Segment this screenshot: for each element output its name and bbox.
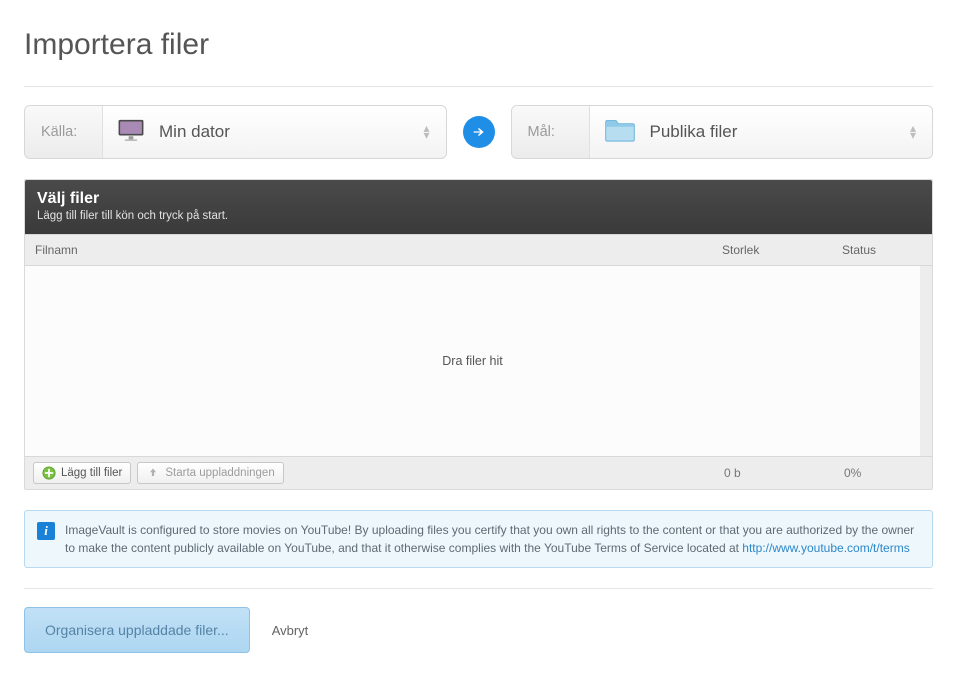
divider <box>24 86 933 87</box>
column-size: Storlek <box>722 243 842 257</box>
upload-icon <box>146 466 160 480</box>
info-bar: i ImageVault is configured to store movi… <box>24 510 933 568</box>
upload-header-subtitle: Lägg till filer till kön och tryck på st… <box>37 210 920 222</box>
info-icon: i <box>37 522 55 540</box>
total-status: 0% <box>844 466 924 480</box>
chevron-updown-icon: ▴▾ <box>910 125 916 139</box>
arrow-right-icon <box>463 116 495 148</box>
add-icon <box>42 466 56 480</box>
bottom-actions: Organisera uppladdade filer... Avbryt <box>24 607 933 653</box>
upload-header: Välj filer Lägg till filer till kön och … <box>25 180 932 234</box>
add-files-label: Lägg till filer <box>61 467 122 479</box>
chevron-updown-icon: ▴▾ <box>423 125 429 139</box>
target-value-area[interactable]: Publika filer ▴▾ <box>590 106 933 158</box>
drop-hint: Dra filer hit <box>442 354 502 368</box>
source-label: Källa: <box>25 106 103 158</box>
upload-header-title: Välj filer <box>37 190 920 208</box>
info-text: ImageVault is configured to store movies… <box>65 521 920 557</box>
computer-icon <box>117 118 145 147</box>
column-status: Status <box>842 243 922 257</box>
column-filename: Filnamn <box>35 243 722 257</box>
cancel-link[interactable]: Avbryt <box>272 623 309 638</box>
organize-button[interactable]: Organisera uppladdade filer... <box>24 607 250 653</box>
page-title: Importera filer <box>24 28 933 62</box>
add-files-button[interactable]: Lägg till filer <box>33 462 131 484</box>
start-upload-label: Starta uppladdningen <box>165 467 274 479</box>
file-drop-zone[interactable]: Dra filer hit <box>25 266 932 456</box>
target-select[interactable]: Mål: Publika filer ▴▾ <box>511 105 934 159</box>
target-label: Mål: <box>512 106 590 158</box>
terms-link[interactable]: http://www.youtube.com/t/terms <box>742 541 909 555</box>
upload-columns: Filnamn Storlek Status <box>25 234 932 266</box>
upload-footer: Lägg till filer Starta uppladdningen 0 b… <box>25 456 932 489</box>
target-value: Publika filer <box>650 122 738 142</box>
start-upload-button[interactable]: Starta uppladdningen <box>137 462 283 484</box>
source-value-area[interactable]: Min dator ▴▾ <box>103 106 446 158</box>
folder-icon <box>604 117 636 148</box>
source-value: Min dator <box>159 122 230 142</box>
source-target-row: Källa: Min dator ▴▾ Mål: <box>24 105 933 159</box>
source-select[interactable]: Källa: Min dator ▴▾ <box>24 105 447 159</box>
total-size: 0 b <box>724 466 844 480</box>
divider <box>24 588 933 589</box>
upload-panel: Välj filer Lägg till filer till kön och … <box>24 179 933 490</box>
